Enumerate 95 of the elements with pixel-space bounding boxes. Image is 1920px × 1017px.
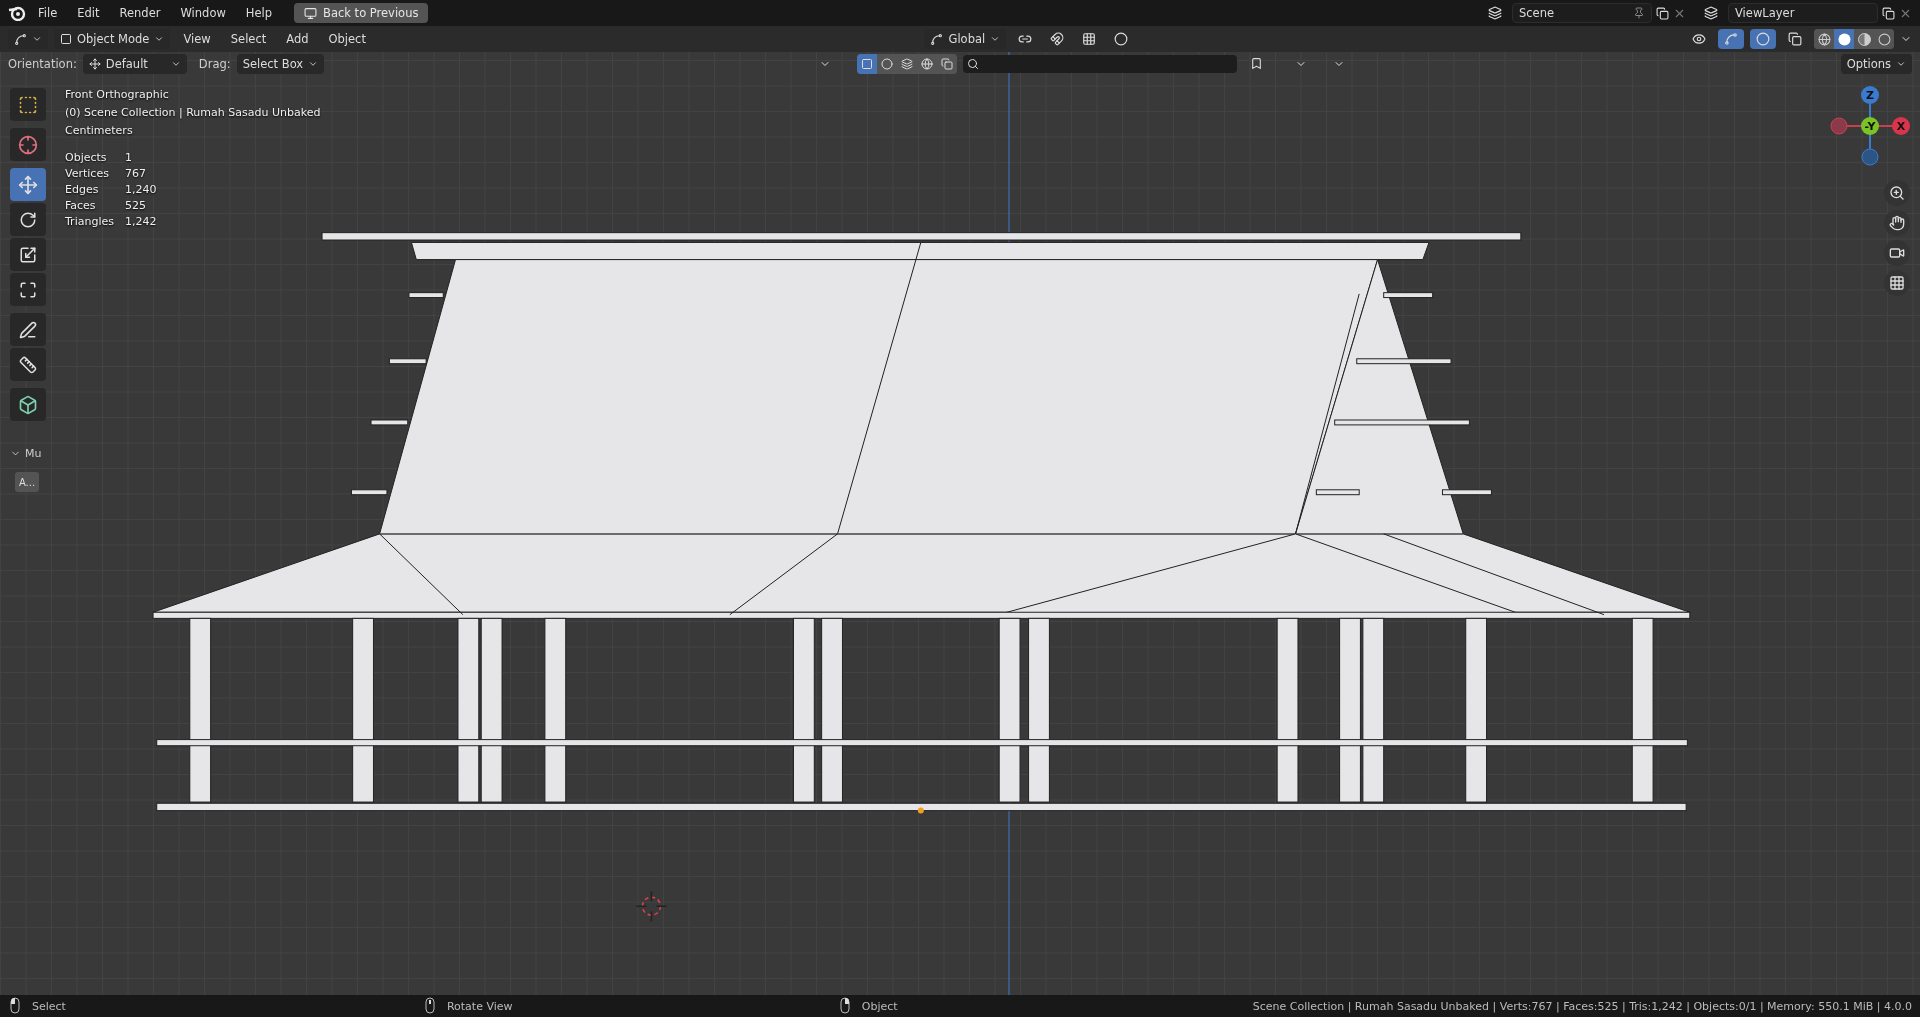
menu-item[interactable]: Add [279,29,316,49]
view-layer-field[interactable]: ViewLayer [1728,3,1878,23]
stat-value: 767 [125,167,147,180]
zoom-icon [1889,185,1905,201]
axis-ball[interactable] [1861,148,1879,166]
scene-icon[interactable] [1488,6,1502,20]
menu-item[interactable]: Select [223,29,274,49]
pencil-icon [19,320,37,339]
axis-ball[interactable]: -Y [1861,117,1879,135]
scale-icon [19,245,37,264]
stat-value: 1 [125,151,133,164]
stat-label: Vertices [65,167,110,180]
tool-button[interactable] [10,238,46,271]
monitor-icon [304,6,318,20]
stat-value: 525 [125,199,147,212]
snap-grid-icon[interactable] [1082,32,1097,46]
drag-label: Drag: [198,56,231,71]
shading-button[interactable] [1834,29,1854,49]
status-hint: Select [32,999,66,1013]
orientation-label: Orientation: [8,56,77,71]
menu-item[interactable]: View [176,29,218,49]
zoom-button[interactable] [1884,180,1910,206]
move-icon [18,174,38,195]
pan-button[interactable] [1884,210,1910,236]
copy-icon[interactable] [1656,6,1669,20]
drag-dropdown[interactable]: Select Box [236,53,325,74]
select-set-icon [861,57,874,70]
mouse-middle-button-icon [422,997,437,1015]
stat-label: Faces [65,199,97,212]
view-name: Front Orthographic [65,88,170,103]
object-icon [60,33,72,45]
status-hint: Rotate View [446,999,513,1013]
caret-icon [990,34,1001,44]
stat-label: Edges [65,183,100,196]
ruler-icon [19,355,37,374]
status-hint: Object [861,999,898,1013]
cube-icon [18,394,38,415]
logo-icon[interactable] [8,5,26,21]
tool-button[interactable] [10,88,46,121]
caret-icon [154,34,165,44]
tool-button[interactable] [10,388,46,421]
bookmark-icon[interactable] [1249,57,1263,70]
copy-icon[interactable] [1882,6,1895,20]
rotate-icon [19,210,37,229]
scene-field[interactable]: Scene [1512,3,1652,23]
search-icon [967,57,980,70]
tool-button[interactable] [10,203,46,236]
shading-button[interactable] [1814,29,1834,49]
camera-icon [1889,245,1905,261]
caret-icon [32,34,42,44]
snap-icon[interactable] [1050,32,1065,46]
rendered-sphere-icon [1877,32,1891,46]
camera-button[interactable] [1884,240,1910,266]
menu-item[interactable]: Render [111,3,169,23]
units-text: Centimeters [65,124,134,139]
panel-label[interactable]: Mu [25,447,42,460]
collection-text: (0) Scene Collection | Rumah Sasadu Unbaked [65,106,321,121]
tool-button[interactable] [10,313,46,346]
tool-button[interactable] [10,128,46,161]
grid-icon [1889,275,1905,291]
material-sphere-icon [1857,32,1871,46]
wireframe-icon [1817,32,1831,46]
axis-ball[interactable]: Z [1861,86,1879,104]
tool-button[interactable] [10,348,46,381]
mouse-left-button-icon [8,997,22,1015]
pin-icon[interactable] [1633,7,1645,19]
menu-item[interactable]: File [30,3,66,23]
menu-item[interactable]: Edit [69,3,108,23]
select-box-icon [18,94,38,115]
solid-sphere-icon [1837,32,1851,46]
options-dropdown[interactable]: Options [1840,53,1912,74]
view-layer-icon[interactable] [1704,6,1718,20]
back-button[interactable]: Back to Previous [294,3,429,23]
transform-icon [19,280,37,299]
mode-dropdown[interactable]: Object Mode [54,29,171,49]
cursor-icon [18,134,38,155]
hand-icon [1889,215,1905,231]
orientation-dropdown[interactable]: Global [924,29,1007,49]
stat-value: 1,240 [125,183,158,196]
stat-label: Triangles [65,215,115,228]
axis-ball[interactable]: X [1892,117,1910,135]
status-info: Scene Collection | Rumah Sasadu Unbaked | Verts:767 | Faces:525 | Tris:1,242 | Objects:0/1 | Memory: 550.1 MiB | 4.0.0 [1252,999,1912,1013]
menu-item[interactable]: Help [237,3,281,23]
grid-button[interactable] [1884,270,1910,296]
panel-button[interactable]: A... [15,472,39,492]
menu-item[interactable]: Object [321,29,373,49]
visibility-icon[interactable] [1692,32,1706,46]
orientation-dropdown[interactable]: Default [82,53,187,74]
search-field[interactable] [963,54,1238,73]
mouse-right-button-icon [837,997,852,1015]
stat-value: 1,242 [125,215,158,228]
stat-label: Objects [65,151,108,164]
menu-item[interactable]: Window [172,3,234,23]
select-mode-button[interactable] [857,53,878,74]
tool-button[interactable] [10,273,46,306]
